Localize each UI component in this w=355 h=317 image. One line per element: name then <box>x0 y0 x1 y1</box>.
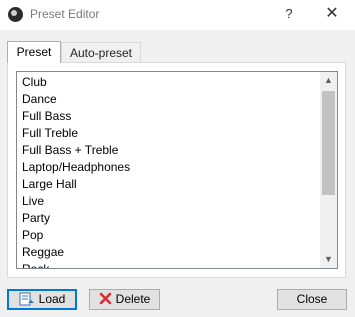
app-disc-icon <box>8 7 23 22</box>
preset-list-items: Club Dance Full Bass Full Treble Full Ba… <box>17 74 320 268</box>
load-button-label: Load <box>38 292 66 306</box>
delete-button-label: Delete <box>115 292 151 306</box>
list-item[interactable]: Club <box>17 74 320 91</box>
scroll-up-arrow-icon[interactable]: ▲ <box>320 72 337 89</box>
load-file-icon <box>19 292 34 306</box>
list-item[interactable]: Full Bass <box>17 108 320 125</box>
list-item[interactable]: Rock <box>17 261 320 268</box>
window-title: Preset Editor <box>30 7 100 21</box>
list-item[interactable]: Reggae <box>17 244 320 261</box>
vertical-scrollbar[interactable]: ▲ ▼ <box>320 72 337 268</box>
load-button[interactable]: Load <box>7 289 77 310</box>
title-bar: Preset Editor ? ✕ <box>0 0 355 30</box>
list-item[interactable]: Dance <box>17 91 320 108</box>
close-window-button[interactable]: ✕ <box>322 4 342 24</box>
tab-preset[interactable]: Preset <box>7 41 61 63</box>
close-button[interactable]: Close <box>277 289 347 310</box>
list-item[interactable]: Full Treble <box>17 125 320 142</box>
delete-x-icon <box>99 293 111 305</box>
scrollbar-thumb[interactable] <box>322 91 335 195</box>
delete-button[interactable]: Delete <box>89 289 160 310</box>
list-item[interactable]: Party <box>17 210 320 227</box>
tab-auto-preset[interactable]: Auto-preset <box>61 42 141 62</box>
preset-listbox[interactable]: Club Dance Full Bass Full Treble Full Ba… <box>16 71 338 269</box>
scroll-down-arrow-icon[interactable]: ▼ <box>320 251 337 268</box>
list-item[interactable]: Pop <box>17 227 320 244</box>
list-item[interactable]: Large Hall <box>17 176 320 193</box>
list-item[interactable]: Full Bass + Treble <box>17 142 320 159</box>
list-item[interactable]: Laptop/Headphones <box>17 159 320 176</box>
help-button[interactable]: ? <box>281 6 297 22</box>
list-item[interactable]: Live <box>17 193 320 210</box>
